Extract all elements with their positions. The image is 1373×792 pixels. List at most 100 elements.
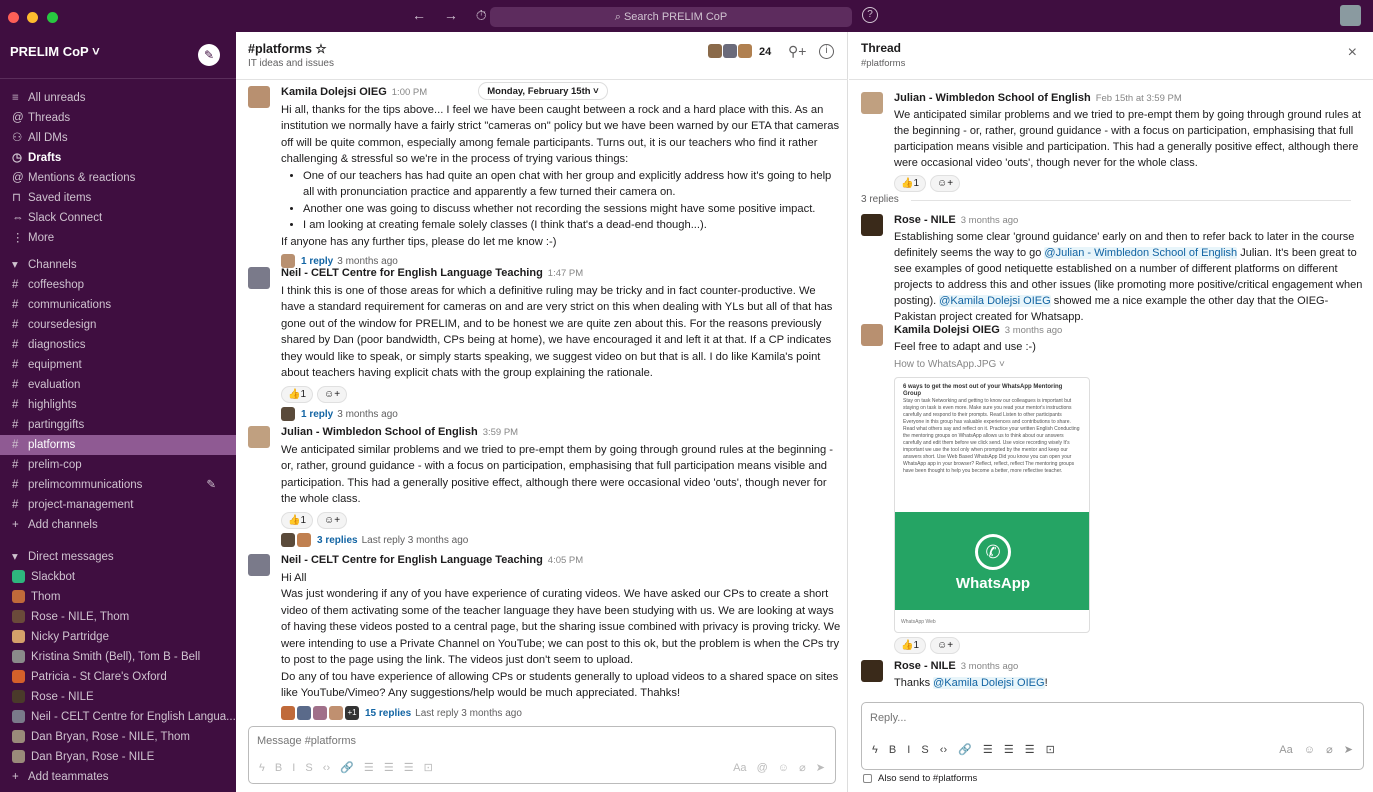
thread-replies[interactable]: +1 15 replies Last reply 3 months ago: [281, 705, 841, 722]
avatar[interactable]: [861, 214, 883, 236]
dm-item[interactable]: Kristina Smith (Bell), Tom B - Bell: [0, 647, 236, 667]
sidebar-item-project-management[interactable]: # project-management: [0, 495, 236, 515]
message-time[interactable]: Feb 15th at 3:59 PM: [1096, 93, 1182, 104]
user-mention[interactable]: @Kamila Dolejsi OIEG: [933, 677, 1045, 689]
avatar[interactable]: [861, 324, 883, 346]
sidebar-item-more[interactable]: ⋮ More: [0, 228, 236, 248]
dm-item[interactable]: Dan Bryan, Rose - NILE: [0, 747, 236, 767]
reaction-thumbs-up[interactable]: 👍1: [894, 175, 927, 192]
sidebar-item-communications[interactable]: # communications: [0, 295, 236, 315]
channel-topic[interactable]: IT ideas and issues: [248, 58, 334, 69]
message-input[interactable]: [257, 735, 817, 747]
minimize-window-button[interactable]: [27, 12, 39, 23]
user-mention[interactable]: @Julian - Wimbledon School of English: [1044, 247, 1238, 259]
add-teammates-button[interactable]: + Add teammates: [0, 767, 236, 787]
reply-link[interactable]: 3 replies: [317, 535, 358, 546]
message-author[interactable]: Neil - CELT Centre for English Language …: [281, 267, 543, 279]
message-author[interactable]: Kamila Dolejsi OIEG: [281, 86, 387, 98]
avatar[interactable]: [248, 426, 270, 448]
message-time[interactable]: 1:00 PM: [392, 87, 427, 98]
sidebar-item-equipment[interactable]: # equipment: [0, 355, 236, 375]
history-icon[interactable]: ⏱: [476, 7, 487, 23]
sidebar-item-coursedesign[interactable]: # coursedesign: [0, 315, 236, 335]
sidebar-item-prelim-cop[interactable]: # prelim-cop: [0, 455, 236, 475]
composer-actions[interactable]: Aa ☺ ⌀ ➤: [1279, 743, 1353, 756]
workspace-name[interactable]: PRELIM CoP ˅: [10, 44, 100, 59]
dm-item[interactable]: Neil - CELT Centre for English Langua...: [0, 707, 236, 727]
message-time[interactable]: 3 months ago: [961, 215, 1019, 226]
sidebar-item-saved-items[interactable]: ⊓ Saved items: [0, 188, 236, 208]
sidebar-item-platforms[interactable]: # platforms: [0, 435, 236, 455]
avatar[interactable]: [861, 92, 883, 114]
user-mention[interactable]: @Kamila Dolejsi OIEG: [939, 295, 1051, 307]
reaction-thumbs-up[interactable]: 👍1: [894, 637, 927, 654]
reply-input[interactable]: [870, 712, 1350, 724]
message-time[interactable]: 3 months ago: [1005, 325, 1063, 336]
message-time[interactable]: 4:05 PM: [548, 555, 583, 566]
member-count[interactable]: 24: [759, 46, 771, 58]
help-icon[interactable]: ?: [862, 7, 878, 23]
dm-item[interactable]: Rose - NILE, Thom: [0, 607, 236, 627]
message-author[interactable]: Rose - NILE: [894, 214, 956, 226]
thread-replies[interactable]: 1 reply 3 months ago: [281, 406, 841, 423]
image-attachment[interactable]: 6 ways to get the most out of your Whats…: [894, 377, 1090, 633]
sidebar-item-prelimcommunications[interactable]: # prelimcommunications ✎: [0, 475, 236, 495]
formatting-toolbar[interactable]: ϟ B I S ‹› 🔗 ☰ ☰ ☰ ⊡: [872, 743, 1055, 756]
channel-name[interactable]: #platforms ☆: [248, 41, 327, 56]
message-time[interactable]: 1:47 PM: [548, 268, 583, 279]
info-icon[interactable]: i: [819, 44, 834, 59]
message-author[interactable]: Rose - NILE: [894, 660, 956, 672]
user-avatar[interactable]: [1340, 5, 1361, 26]
search-bar[interactable]: ⌕ Search PRELIM CoP: [490, 7, 852, 27]
sidebar-item-all-unreads[interactable]: ≡ All unreads: [0, 88, 236, 108]
close-icon[interactable]: ×: [1348, 44, 1357, 62]
close-window-button[interactable]: [8, 12, 19, 23]
formatting-toolbar[interactable]: ϟ B I S ‹› 🔗 ☰ ☰ ☰ ⊡: [259, 761, 433, 774]
back-arrow-icon[interactable]: ←: [412, 7, 426, 23]
message-author[interactable]: Julian - Wimbledon School of English: [281, 426, 478, 438]
message-author[interactable]: Kamila Dolejsi OIEG: [894, 324, 1000, 336]
also-send-checkbox[interactable]: [863, 773, 872, 783]
sidebar-item-threads[interactable]: @ Threads: [0, 108, 236, 128]
dm-item[interactable]: Patricia - St Clare's Oxford: [0, 667, 236, 687]
thread-channel[interactable]: #platforms: [861, 58, 905, 69]
member-avatars[interactable]: [708, 44, 753, 63]
sidebar-item-drafts[interactable]: ◷ Drafts: [0, 148, 236, 168]
add-reaction-icon[interactable]: ☺+: [317, 511, 348, 529]
add-channels-button[interactable]: + Add channels: [0, 515, 236, 535]
avatar[interactable]: [248, 86, 270, 108]
dm-item[interactable]: Slackbot: [0, 567, 236, 587]
sidebar-item-all-dms[interactable]: ⚇ All DMs: [0, 128, 236, 148]
message-author[interactable]: Julian - Wimbledon School of English: [894, 92, 1091, 104]
sidebar-item-highlights[interactable]: # highlights: [0, 395, 236, 415]
reply-link[interactable]: 1 reply: [301, 409, 333, 420]
reaction-thumbs-up[interactable]: 👍1: [281, 385, 314, 403]
dm-item[interactable]: Nicky Partridge: [0, 627, 236, 647]
dm-item[interactable]: Dan Bryan, Rose - NILE, Thom: [0, 727, 236, 747]
message-time[interactable]: 3 months ago: [961, 661, 1019, 672]
add-reaction-icon[interactable]: ☺+: [317, 385, 348, 403]
reply-link[interactable]: 15 replies: [365, 708, 411, 719]
composer-actions[interactable]: Aa @ ☺ ⌀ ➤: [733, 761, 825, 774]
sidebar-item-mentions-reactions[interactable]: @ Mentions & reactions: [0, 168, 236, 188]
maximize-window-button[interactable]: [46, 12, 58, 23]
message-author[interactable]: Neil - CELT Centre for English Language …: [281, 554, 543, 566]
dm-section-header[interactable]: ▾ Direct messages: [0, 547, 236, 567]
avatar[interactable]: [861, 660, 883, 682]
avatar[interactable]: [248, 554, 270, 576]
add-reaction-icon[interactable]: ☺+: [930, 637, 961, 654]
reaction-thumbs-up[interactable]: 👍1: [281, 511, 314, 529]
dm-item[interactable]: Thom: [0, 587, 236, 607]
sidebar-item-evaluation[interactable]: # evaluation: [0, 375, 236, 395]
sidebar-item-partinggifts[interactable]: # partinggifts: [0, 415, 236, 435]
forward-arrow-icon[interactable]: →: [444, 7, 458, 23]
channels-section-header[interactable]: ▾ Channels: [0, 255, 236, 275]
add-reaction-icon[interactable]: ☺+: [930, 175, 961, 192]
also-send-option[interactable]: Also send to #platforms: [863, 773, 977, 784]
thread-replies[interactable]: 3 replies Last reply 3 months ago: [281, 532, 841, 549]
sidebar-item-coffeeshop[interactable]: # coffeeshop: [0, 275, 236, 295]
avatar[interactable]: [248, 267, 270, 289]
add-people-icon[interactable]: ⚲+: [788, 43, 806, 60]
dm-item[interactable]: Rose - NILE: [0, 687, 236, 707]
compose-icon[interactable]: ✎: [198, 44, 220, 66]
